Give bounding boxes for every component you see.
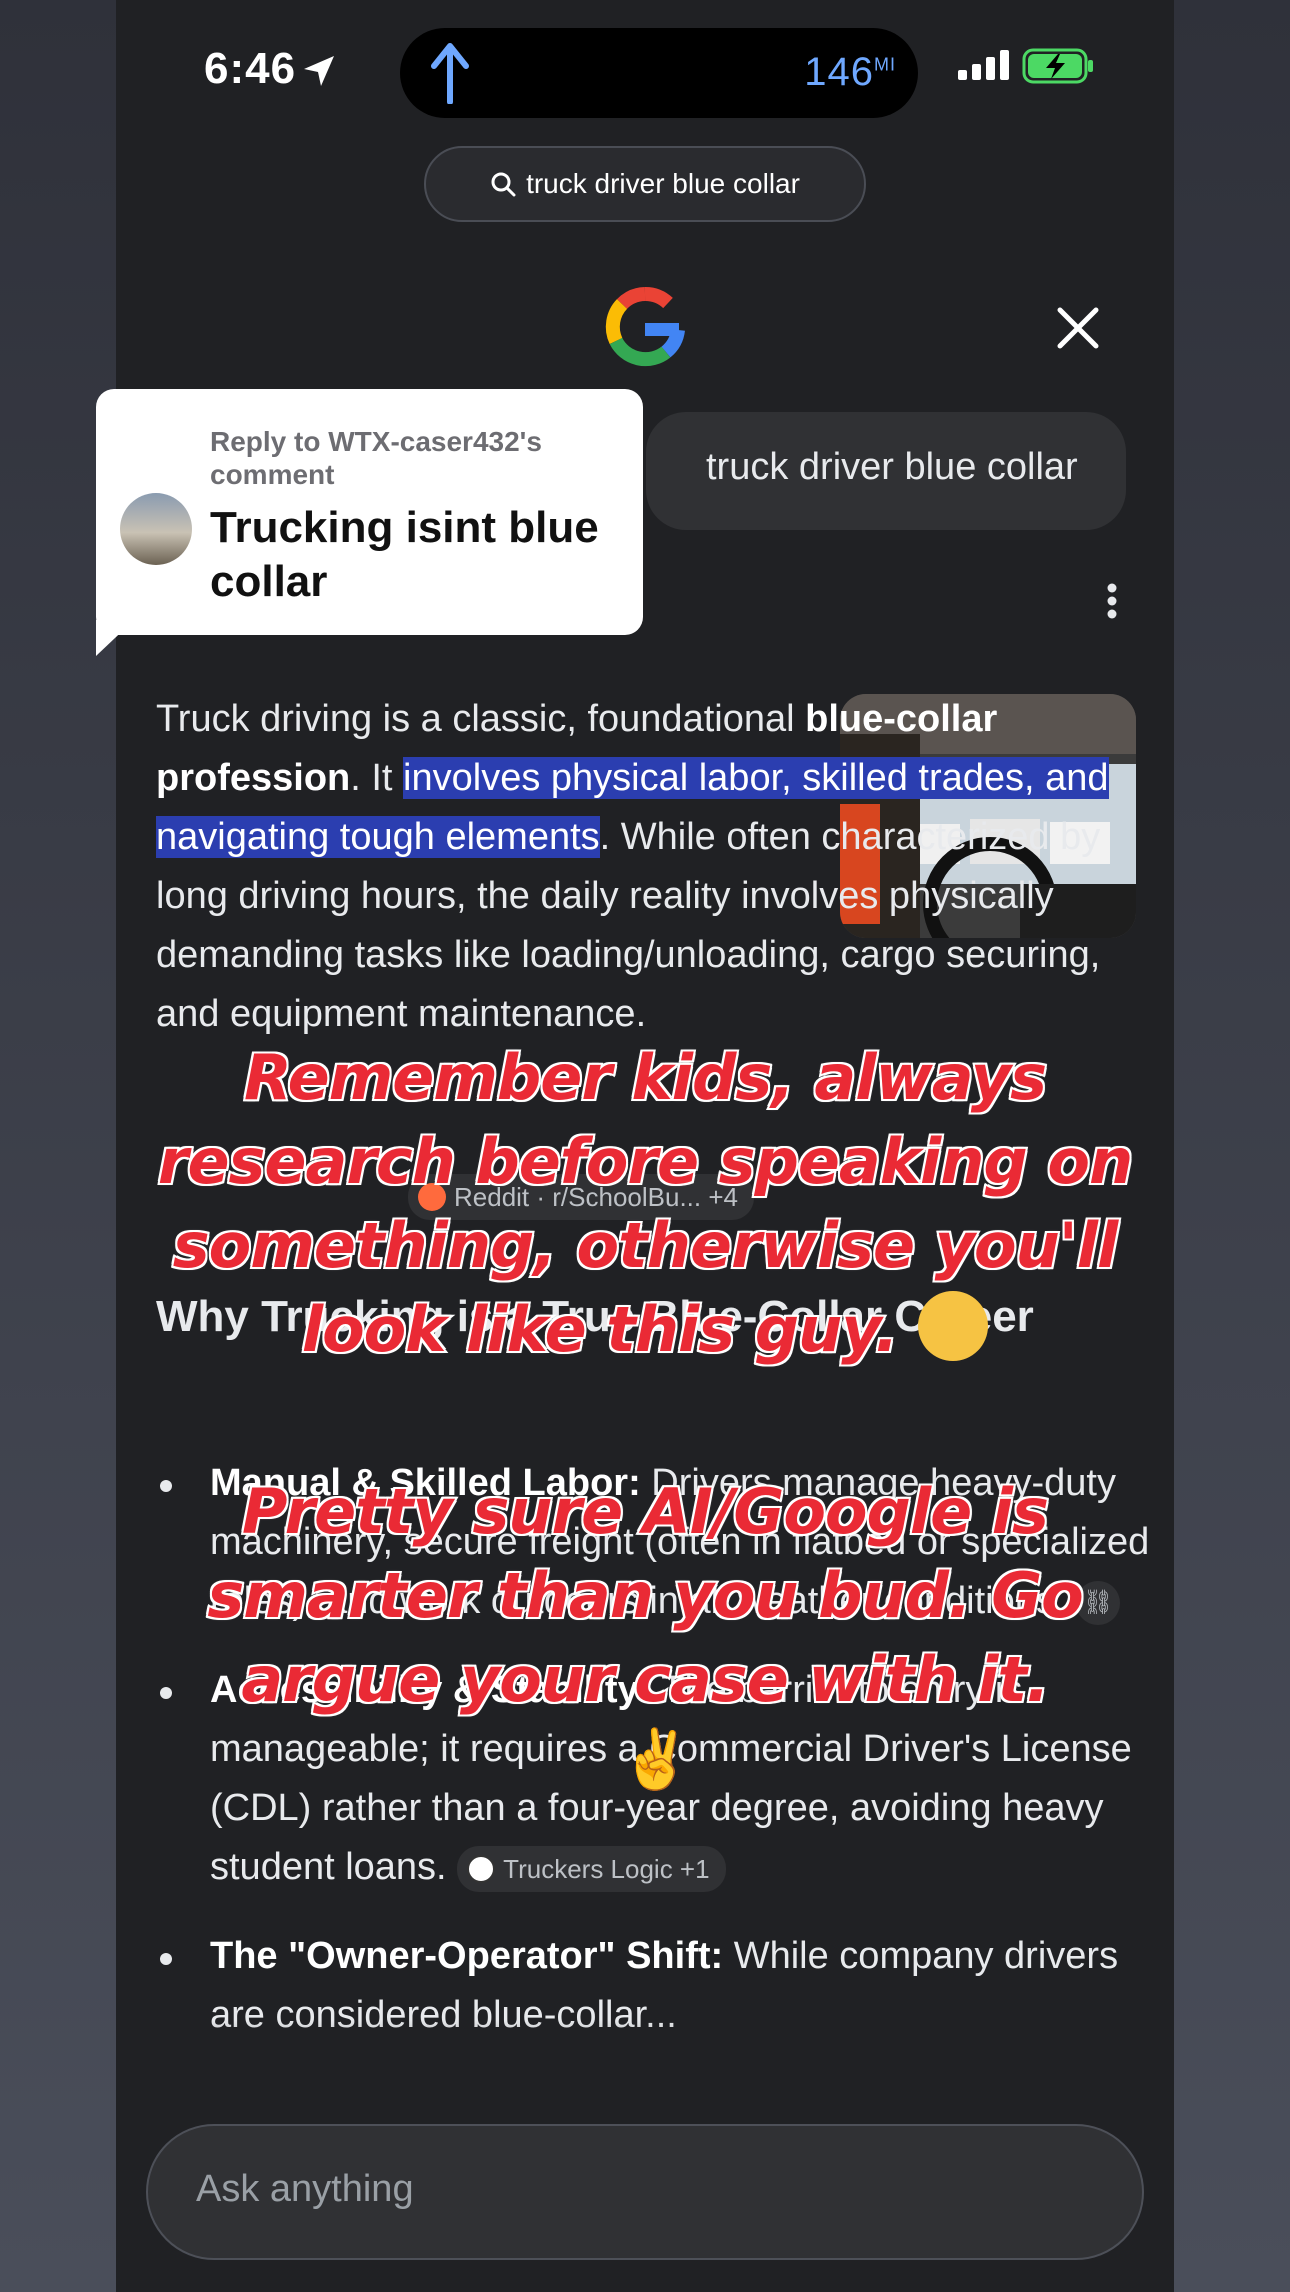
nav-distance: 146MI xyxy=(804,50,896,94)
search-query: truck driver blue collar xyxy=(526,168,800,199)
globe-icon xyxy=(467,1854,496,1883)
reply-title: Trucking isint blue collar xyxy=(210,503,599,606)
signal-icon xyxy=(958,50,1009,80)
close-icon[interactable] xyxy=(1056,306,1100,350)
woozy-face-icon xyxy=(918,1291,989,1361)
reply-card[interactable]: Reply to WTX-caser432's comment Trucking… xyxy=(96,389,643,635)
ask-anything-input[interactable]: Ask anything xyxy=(146,2124,1144,2260)
nav-up-arrow-icon xyxy=(431,43,469,104)
dynamic-island[interactable]: 146MI xyxy=(400,28,918,118)
source-chip-truckers-logic[interactable]: Truckers Logic +1 xyxy=(457,1845,726,1892)
search-icon xyxy=(491,172,516,197)
overlay-caption-bottom: Pretty sure AI/Google is smarter than yo… xyxy=(205,1473,1085,1718)
status-time: 6:46 xyxy=(204,44,297,93)
left-backdrop xyxy=(0,0,116,2292)
ai-answer-paragraph: Truck driving is a classic, foundational… xyxy=(156,698,1109,1035)
more-vert-icon[interactable] xyxy=(1106,583,1118,619)
search-pill[interactable]: truck driver blue collar xyxy=(424,146,866,222)
overlay-caption-top: Remember kids, always research before sp… xyxy=(156,1039,1135,1368)
peace-hand-icon: ✌ xyxy=(620,1727,693,1792)
google-logo-icon xyxy=(605,287,685,367)
query-bubble: truck driver blue collar xyxy=(646,412,1126,530)
avatar xyxy=(120,493,192,565)
battery-charging-icon xyxy=(1022,48,1093,84)
location-arrow-icon xyxy=(304,56,334,86)
right-backdrop xyxy=(1174,0,1290,2292)
reply-subtitle: Reply to WTX-caser432's comment xyxy=(210,426,542,490)
